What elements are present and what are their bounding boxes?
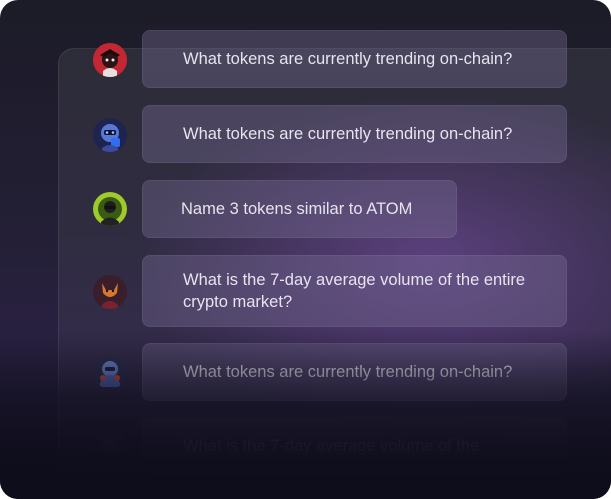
message-bubble: What is the 7-day average volume of the [142, 417, 567, 475]
chat-window: What tokens are currently trending on-ch… [0, 0, 611, 499]
blue-armor-avatar-icon [93, 355, 127, 389]
message-bubble: What is the 7-day average volume of the … [142, 255, 567, 327]
message-bubble: What tokens are currently trending on-ch… [142, 343, 567, 401]
message-text: Name 3 tokens similar to ATOM [181, 200, 413, 218]
message-text: What is the 7-day average volume of the [183, 437, 480, 455]
fox-avatar-icon [93, 275, 127, 309]
message-bubble: What tokens are currently trending on-ch… [142, 30, 567, 88]
message-text: What tokens are currently trending on-ch… [183, 363, 513, 381]
blue-robot-avatar-icon [93, 118, 127, 152]
red-avatar-icon [93, 43, 127, 77]
message-bubble: Name 3 tokens similar to ATOM [142, 180, 457, 238]
message-text: What tokens are currently trending on-ch… [183, 50, 513, 68]
faded-avatar-icon [93, 430, 127, 464]
message-text: What tokens are currently trending on-ch… [183, 125, 513, 143]
message-text: What is the 7-day average volume of the … [183, 271, 526, 311]
green-avatar-icon [93, 192, 127, 226]
message-bubble: What tokens are currently trending on-ch… [142, 105, 567, 163]
